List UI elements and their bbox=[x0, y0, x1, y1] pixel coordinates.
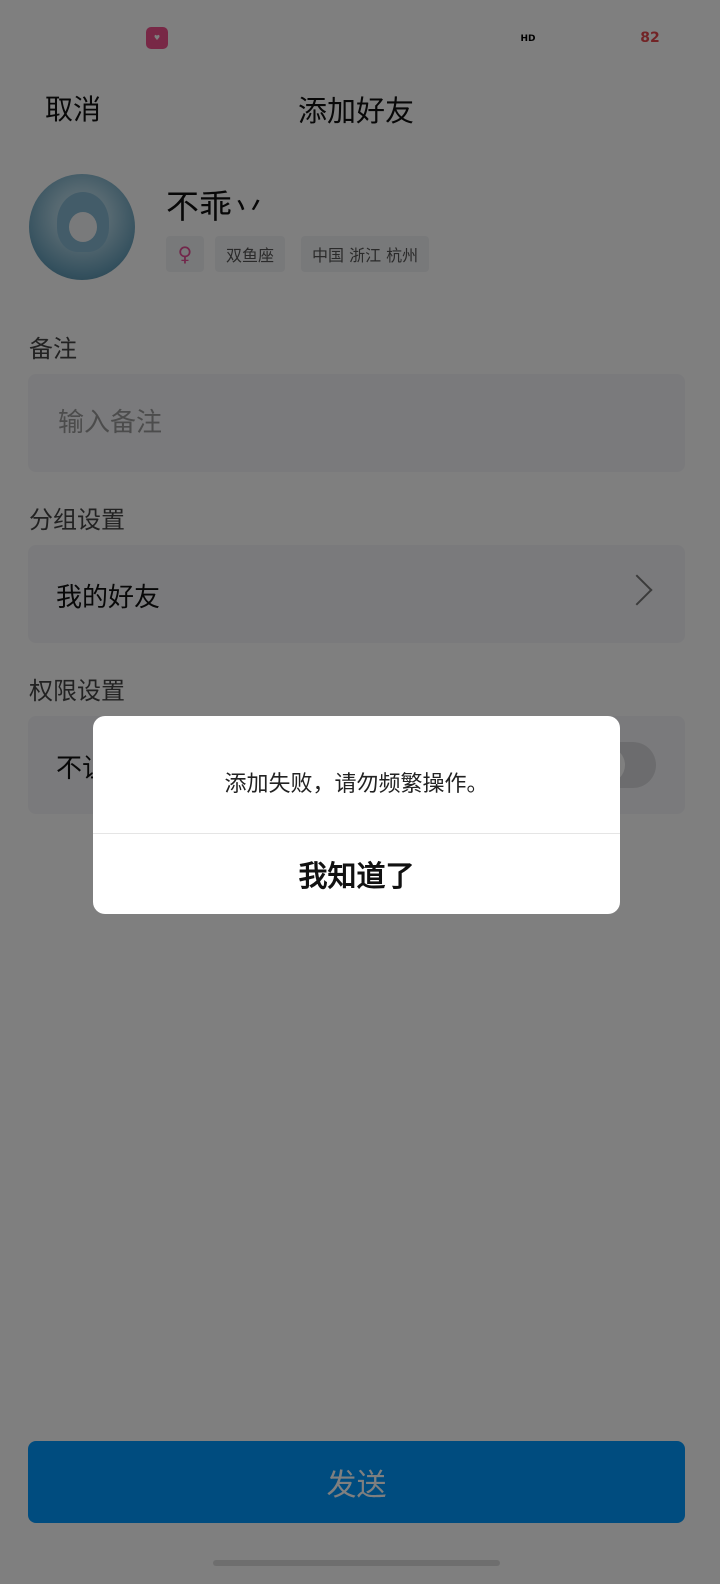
dialog-message: 添加失败，请勿频繁操作。 bbox=[224, 772, 489, 797]
alert-dialog: 添加失败，请勿频繁操作。 我知道了 bbox=[93, 716, 620, 914]
acknowledge-button[interactable]: 我知道了 bbox=[93, 834, 620, 914]
